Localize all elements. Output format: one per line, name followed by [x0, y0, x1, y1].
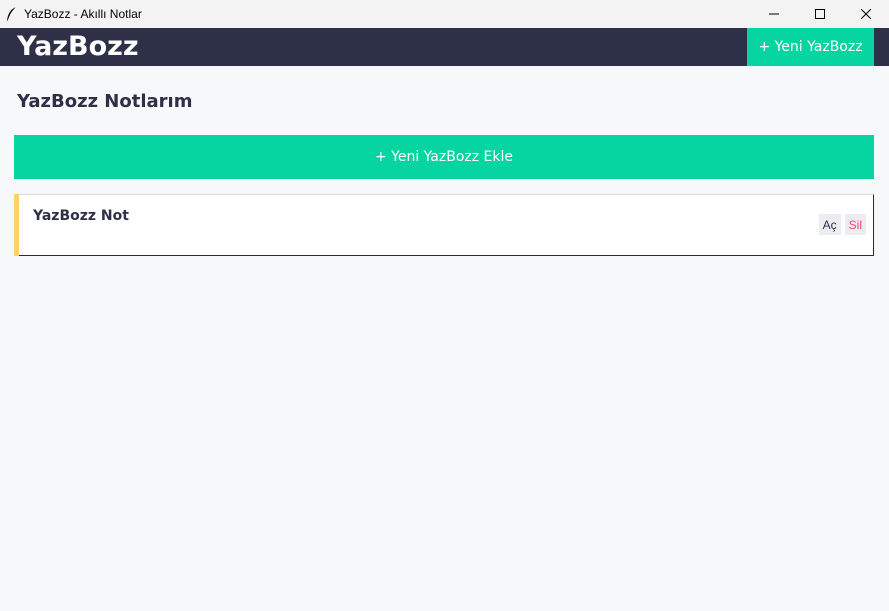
maximize-button[interactable] — [797, 0, 843, 28]
maximize-icon — [815, 9, 825, 19]
window-controls — [751, 0, 889, 28]
close-icon — [861, 9, 871, 19]
delete-note-button[interactable]: Sil — [844, 214, 866, 235]
close-button[interactable] — [843, 0, 889, 28]
note-card[interactable]: YazBozz Not Aç Sil — [14, 194, 874, 256]
window-title: YazBozz - Akıllı Notlar — [24, 7, 142, 21]
feather-icon — [5, 6, 19, 22]
app-header: YazBozz + Yeni YazBozz — [0, 28, 889, 66]
note-title: YazBozz Not — [33, 208, 129, 224]
open-note-button[interactable]: Aç — [818, 214, 841, 235]
header-new-note-button[interactable]: + Yeni YazBozz — [747, 28, 874, 66]
minimize-button[interactable] — [751, 0, 797, 28]
note-accent-bar — [14, 194, 19, 256]
add-note-button[interactable]: + Yeni YazBozz Ekle — [14, 135, 874, 179]
minimize-icon — [769, 13, 779, 15]
window-titlebar: YazBozz - Akıllı Notlar — [0, 0, 889, 28]
brand-logo-text: YazBozz — [17, 31, 139, 62]
page-title: YazBozz Notlarım — [17, 91, 193, 112]
note-actions: Aç Sil — [818, 214, 866, 235]
